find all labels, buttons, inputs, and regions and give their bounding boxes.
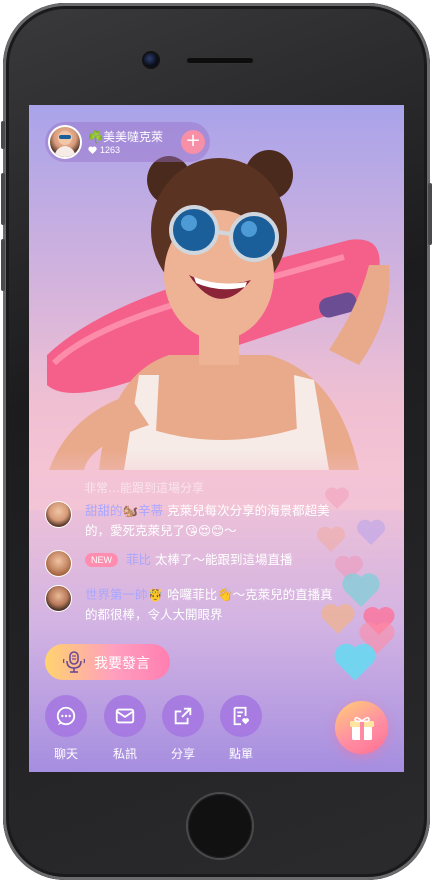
faded-chat-message: 非常…能跟到這場分享 [84, 481, 205, 495]
share-action-label: 分享 [170, 747, 195, 761]
floating-heart-icon [317, 526, 345, 552]
chat-message-text: 甜甜的🐿️辛蒂 克萊兒每次分享的海景都超美的，愛死克萊兒了😘😍😊～ [85, 501, 340, 541]
chat-avatar[interactable] [45, 550, 72, 577]
follow-button[interactable]: + [181, 130, 205, 154]
host-avatar[interactable] [48, 125, 82, 159]
envelope-icon [115, 708, 135, 724]
speak-button[interactable]: 我要發言 [45, 644, 170, 680]
host-name: ☘️美美噠克萊 [88, 130, 163, 144]
floating-heart-icon [334, 643, 376, 681]
home-button[interactable] [188, 794, 252, 858]
order-action-circle[interactable] [220, 695, 262, 737]
share-action-circle[interactable] [162, 695, 204, 737]
share-action[interactable]: 分享 [161, 695, 205, 762]
volume-up-button [1, 173, 5, 225]
chat-action-label: 聊天 [53, 747, 78, 761]
chat-action-circle[interactable] [45, 695, 87, 737]
floating-heart-icon [325, 487, 349, 509]
chat-action[interactable]: 聊天 [44, 695, 88, 762]
stream-video-frame [47, 150, 390, 470]
message-action-label: 私訊 [112, 747, 137, 761]
chat-avatar[interactable] [45, 585, 72, 612]
floating-heart-icon [321, 604, 355, 634]
volume-down-button [1, 239, 5, 291]
gift-button[interactable] [335, 701, 388, 754]
heart-icon [88, 146, 97, 154]
host-info-pill[interactable]: ☘️美美噠克萊 1263 + [45, 122, 210, 162]
new-badge: NEW [85, 553, 118, 567]
chat-bubble-icon [56, 706, 76, 726]
message-action-circle[interactable] [104, 695, 146, 737]
power-button [428, 183, 432, 245]
speak-button-label: 我要發言 [94, 656, 150, 672]
share-icon [174, 707, 192, 725]
chat-avatar[interactable] [45, 501, 72, 528]
message-action[interactable]: 私訊 [103, 695, 147, 762]
earpiece-speaker [186, 57, 254, 64]
order-action-label: 點單 [228, 747, 253, 761]
host-likes: 1263 [88, 145, 120, 155]
order-list-icon [233, 706, 249, 726]
chat-message-text: NEW 菲比 太棒了～能跟到這場直播 [85, 550, 340, 570]
mute-switch [1, 121, 5, 149]
likes-count: 1263 [100, 145, 121, 155]
chat-content: 太棒了～能跟到這場直播 [154, 552, 293, 567]
front-camera [144, 53, 158, 67]
gift-icon [349, 716, 374, 740]
chat-username[interactable]: 甜甜的🐿️辛蒂 [85, 503, 163, 518]
microphone-icon [62, 651, 86, 673]
floating-heart-icon [357, 519, 385, 545]
chat-message-text: 世界第一帥🤴 哈囉菲比👋～克萊兒的直播真的都很棒，令人大開眼界 [85, 585, 340, 625]
chat-username[interactable]: 菲比 [126, 552, 151, 567]
chat-username[interactable]: 世界第一帥🤴 [85, 587, 163, 602]
order-action[interactable]: 點單 [219, 695, 263, 762]
live-stream-screen: ☘️美美噠克萊 1263 + 非常…能跟到這場分享 甜甜的🐿️辛蒂 克萊兒每次分… [29, 105, 404, 772]
